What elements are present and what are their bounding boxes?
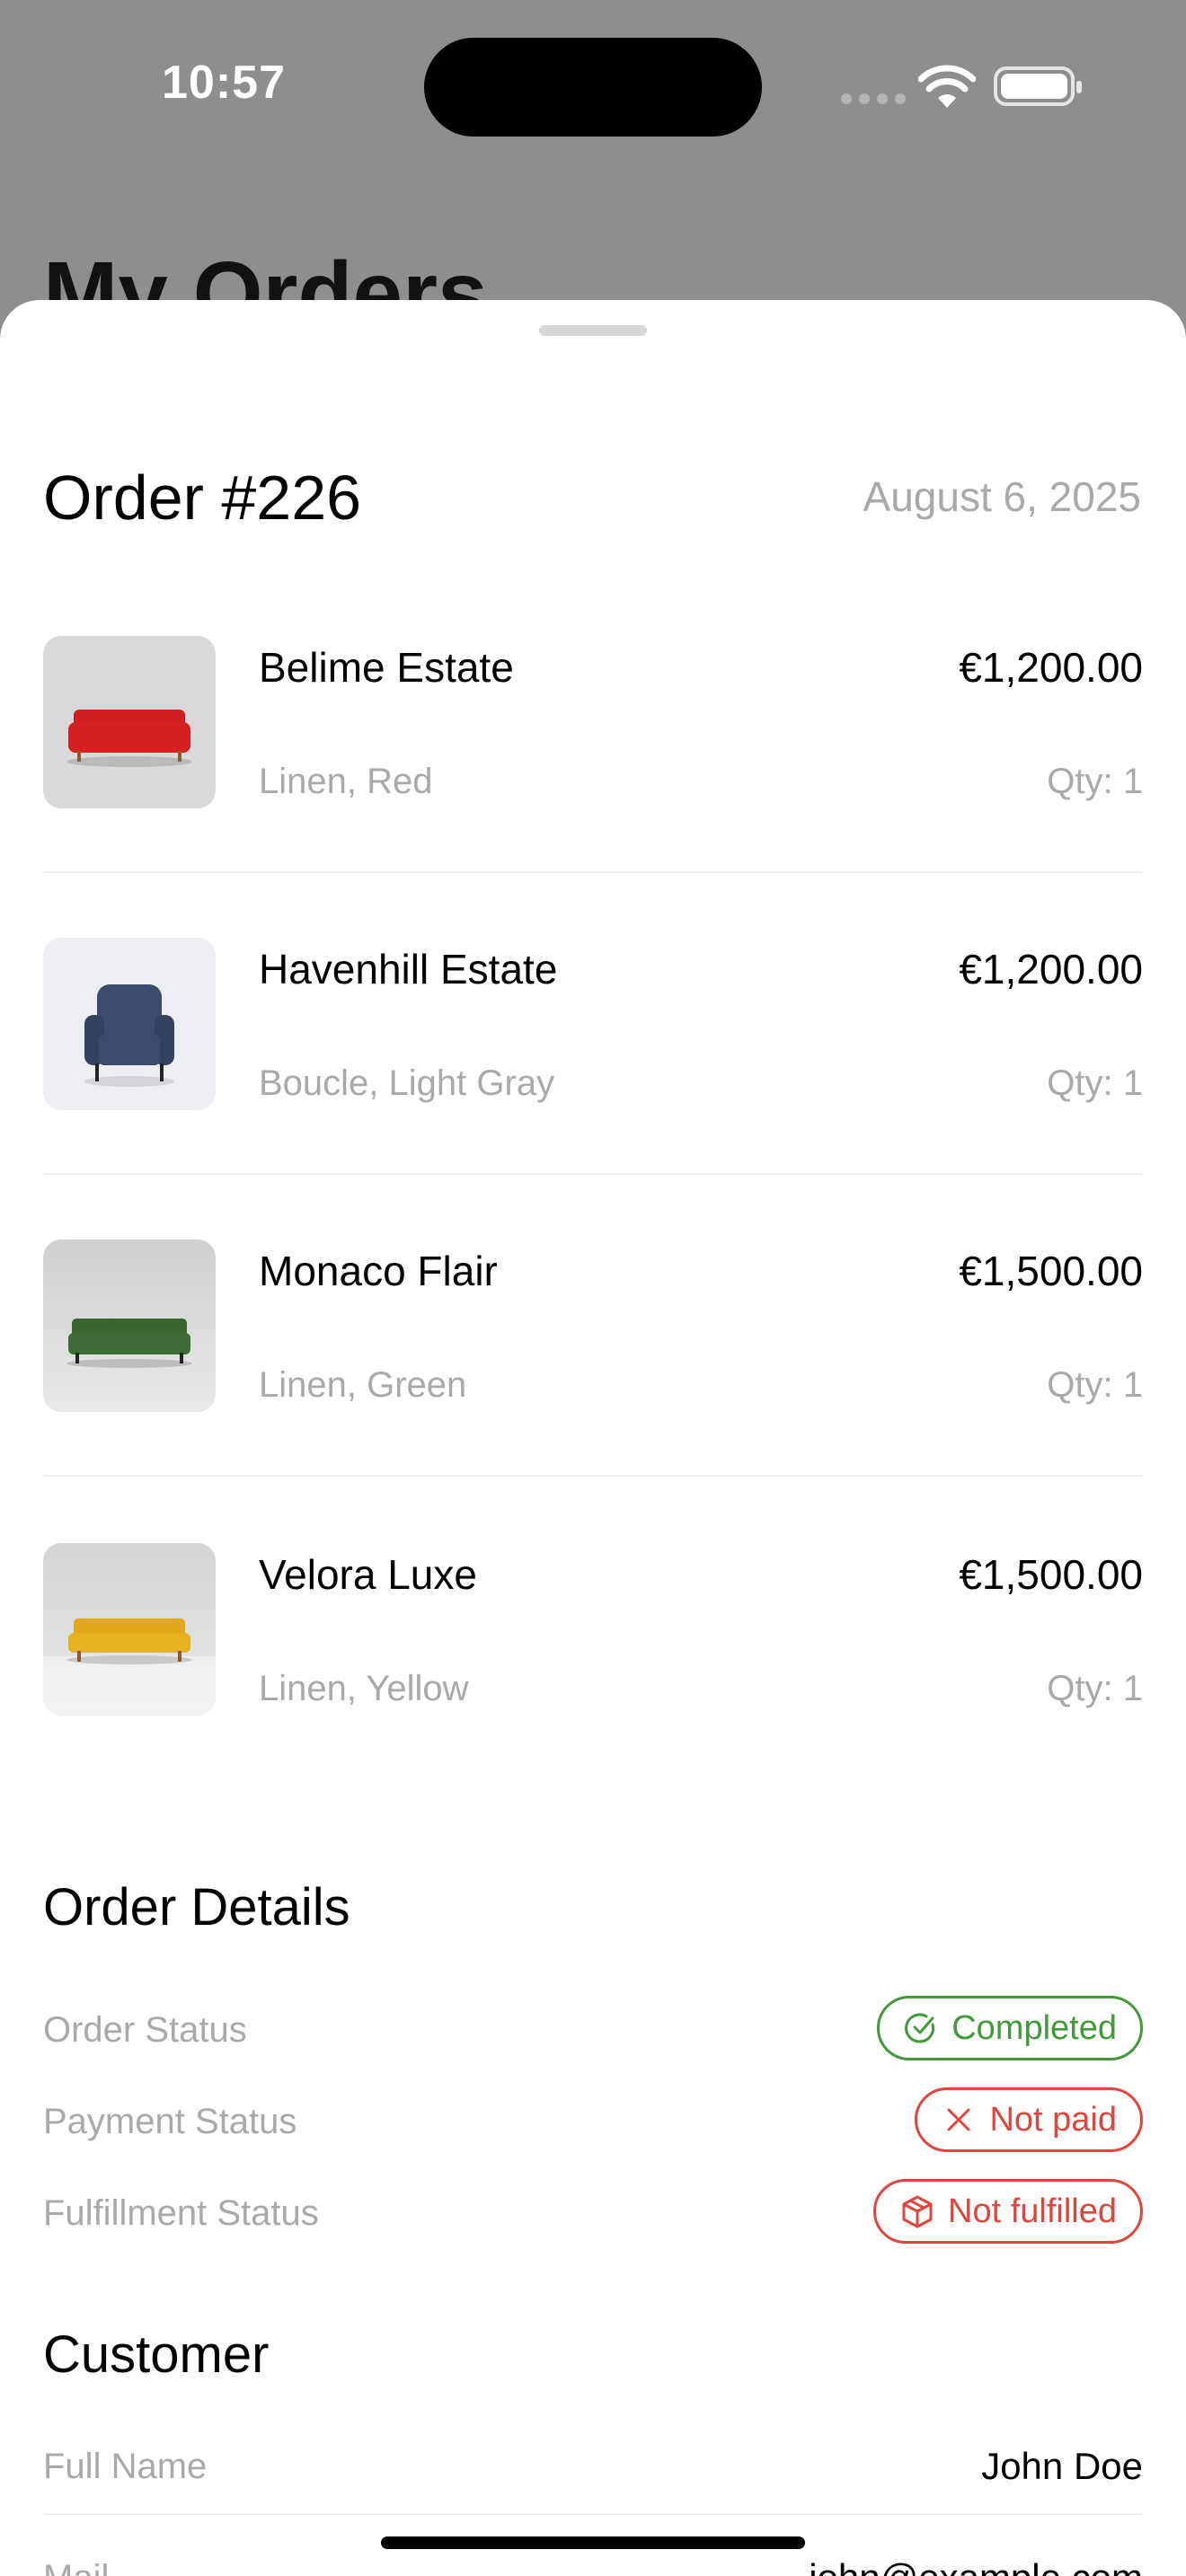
full-name-label: Full Name bbox=[43, 2447, 208, 2486]
wifi-icon bbox=[918, 65, 976, 108]
fulfillment-status-label: Fulfillment Status bbox=[43, 2193, 319, 2233]
product-image bbox=[43, 938, 216, 1110]
item-price: €1,500.00 bbox=[959, 1551, 1143, 1598]
product-image bbox=[43, 636, 216, 808]
order-item[interactable]: Belime Estate €1,200.00 Linen, Red Qty: … bbox=[43, 636, 1143, 808]
sheet-grabber[interactable] bbox=[539, 325, 647, 336]
payment-status-label: Payment Status bbox=[43, 2102, 297, 2141]
payment-status-value: Not paid bbox=[989, 2100, 1117, 2139]
item-name: Monaco Flair bbox=[259, 1248, 498, 1294]
order-status-label: Order Status bbox=[43, 2010, 247, 2050]
order-status-value: Completed bbox=[951, 2008, 1117, 2047]
item-variant: Linen, Green bbox=[259, 1365, 467, 1405]
order-status-badge: Completed bbox=[877, 1996, 1143, 2060]
dynamic-island bbox=[424, 38, 762, 137]
order-date: August 6, 2025 bbox=[863, 473, 1141, 520]
item-price: €1,200.00 bbox=[959, 946, 1143, 992]
product-image bbox=[43, 1239, 216, 1412]
battery-icon bbox=[994, 66, 1082, 106]
item-name: Belime Estate bbox=[259, 644, 514, 691]
item-quantity: Qty: 1 bbox=[1047, 1669, 1143, 1708]
order-details-title: Order Details bbox=[43, 1878, 350, 1936]
item-variant: Linen, Red bbox=[259, 762, 433, 801]
divider bbox=[43, 1475, 1143, 1477]
item-name: Havenhill Estate bbox=[259, 946, 558, 992]
divider bbox=[43, 1173, 1143, 1175]
item-variant: Boucle, Light Gray bbox=[259, 1063, 555, 1103]
item-quantity: Qty: 1 bbox=[1047, 762, 1143, 801]
divider bbox=[43, 2513, 1143, 2515]
order-title: Order #226 bbox=[43, 463, 362, 533]
check-circle-icon bbox=[905, 2013, 935, 2043]
order-detail-sheet: Order #226 August 6, 2025 Belime Estate … bbox=[0, 300, 1186, 2576]
fulfillment-status-badge: Not fulfilled bbox=[873, 2179, 1143, 2244]
item-name: Velora Luxe bbox=[259, 1551, 477, 1598]
close-icon bbox=[947, 2108, 970, 2131]
home-indicator[interactable] bbox=[381, 2536, 805, 2549]
cellular-signal-icon bbox=[841, 93, 906, 104]
order-item[interactable]: Velora Luxe €1,500.00 Linen, Yellow Qty:… bbox=[43, 1543, 1143, 1716]
payment-status-badge: Not paid bbox=[915, 2087, 1143, 2152]
item-price: €1,200.00 bbox=[959, 644, 1143, 691]
item-price: €1,500.00 bbox=[959, 1248, 1143, 1294]
divider bbox=[43, 871, 1143, 873]
fulfillment-status-value: Not fulfilled bbox=[948, 2192, 1117, 2230]
item-quantity: Qty: 1 bbox=[1047, 1365, 1143, 1405]
product-image bbox=[43, 1543, 216, 1716]
full-name-value: John Doe bbox=[981, 2445, 1143, 2487]
mail-label: Mail bbox=[43, 2558, 109, 2576]
package-icon bbox=[902, 2195, 933, 2228]
status-time: 10:57 bbox=[162, 57, 286, 109]
mail-value[interactable]: john@example.com bbox=[809, 2556, 1143, 2576]
item-variant: Linen, Yellow bbox=[259, 1669, 469, 1708]
customer-title: Customer bbox=[43, 2325, 270, 2384]
order-item[interactable]: Monaco Flair €1,500.00 Linen, Green Qty:… bbox=[43, 1239, 1143, 1412]
item-quantity: Qty: 1 bbox=[1047, 1063, 1143, 1103]
order-item[interactable]: Havenhill Estate €1,200.00 Boucle, Light… bbox=[43, 938, 1143, 1110]
